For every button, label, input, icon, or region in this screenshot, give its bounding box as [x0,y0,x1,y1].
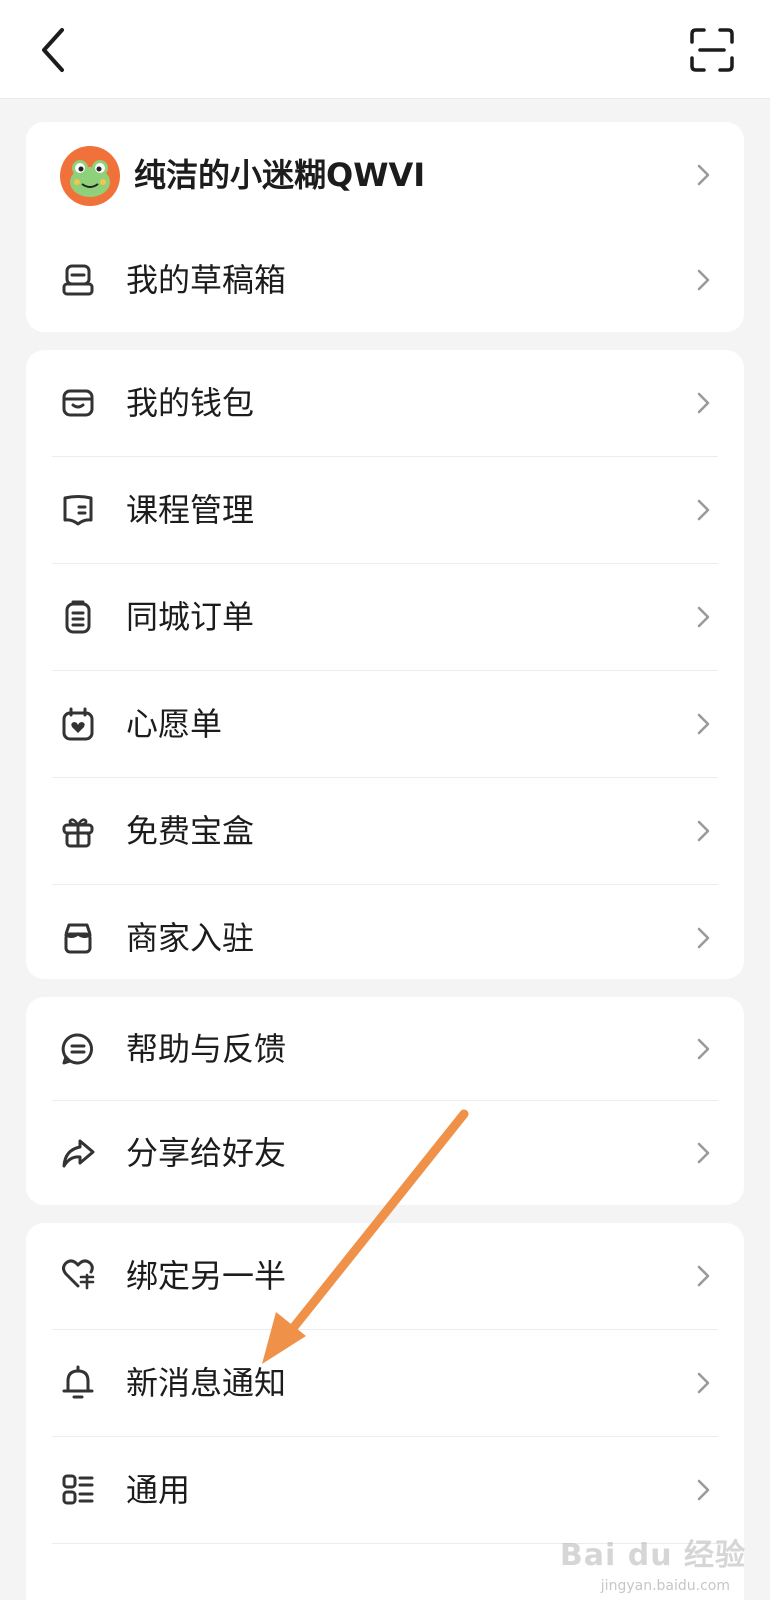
wallet-icon [62,389,94,417]
order-list-icon [65,600,91,634]
avatar[interactable] [60,146,120,206]
chevron-right-icon [697,927,710,949]
profile-row[interactable]: 纯洁的小迷糊QWVI [26,122,744,229]
menu-item-label: 帮助与反馈 [126,1030,287,1068]
menu-item-label: 课程管理 [126,491,255,529]
menu-item-wallet[interactable]: 我的钱包 [26,350,744,457]
menu-item-label: 我的钱包 [126,384,255,422]
chevron-right-icon [697,269,710,291]
menu-item-free-box[interactable]: 免费宝盒 [26,778,744,885]
menu-item-merchant-join[interactable]: 商家入驻 [26,885,744,979]
chevron-right-icon [697,606,710,628]
chevron-right-icon [697,1479,710,1501]
chevron-right-icon [697,392,710,414]
gift-box-icon [62,818,94,848]
services-card: 我的钱包 课程管理 同城订单 心愿单 免费宝盒 商家入驻 [26,350,744,979]
bell-icon [62,1365,94,1399]
course-book-icon [63,495,93,526]
menu-item-general[interactable]: 通用 [26,1437,744,1544]
store-icon [64,923,92,954]
menu-item-label: 通用 [126,1471,191,1509]
menu-item-label: 心愿单 [126,705,223,743]
profile-name: 纯洁的小迷糊QWVI [134,156,426,194]
profile-card: 纯洁的小迷糊QWVI 我的草稿箱 [26,122,744,332]
watermark-logo: Bai du 经验 [559,1538,746,1573]
menu-item-wishlist[interactable]: 心愿单 [26,671,744,778]
chevron-right-icon [697,164,710,186]
menu-item-label: 同城订单 [126,598,255,636]
chevron-right-icon [697,820,710,842]
help-chat-icon [61,1033,93,1065]
chevron-right-icon [697,713,710,735]
chevron-right-icon [697,499,710,521]
wishlist-heart-calendar-icon [62,707,94,741]
menu-item-help-feedback[interactable]: 帮助与反馈 [26,997,744,1101]
menu-item-drafts[interactable]: 我的草稿箱 [26,229,744,332]
menu-item-label: 分享给好友 [126,1134,287,1172]
chevron-right-icon [697,1142,710,1164]
chevron-right-icon [697,1265,710,1287]
general-settings-icon [62,1474,94,1505]
menu-item-bind-partner[interactable]: 绑定另一半 [26,1223,744,1330]
menu-item-local-orders[interactable]: 同城订单 [26,564,744,671]
chevron-right-icon [697,1372,710,1394]
menu-item-label: 商家入驻 [126,919,255,957]
watermark-url: jingyan.baidu.com [600,1578,730,1594]
menu-item-label: 免费宝盒 [126,812,255,850]
share-icon [62,1139,95,1168]
support-card: 帮助与反馈 分享给好友 [26,997,744,1205]
chevron-right-icon [697,1038,710,1060]
menu-item-label: 我的草稿箱 [126,261,287,299]
menu-item-new-message-notification[interactable]: 新消息通知 [26,1330,744,1437]
menu-item-label: 新消息通知 [126,1364,287,1402]
top-bar [0,0,770,99]
heart-link-icon [62,1259,95,1290]
menu-item-label: 绑定另一半 [126,1257,287,1295]
menu-item-share[interactable]: 分享给好友 [26,1101,744,1205]
drafts-icon [62,264,94,296]
scan-icon[interactable] [688,26,736,74]
menu-item-course-management[interactable]: 课程管理 [26,457,744,564]
back-arrow-icon[interactable] [28,24,80,76]
frog-avatar-icon [70,160,110,197]
